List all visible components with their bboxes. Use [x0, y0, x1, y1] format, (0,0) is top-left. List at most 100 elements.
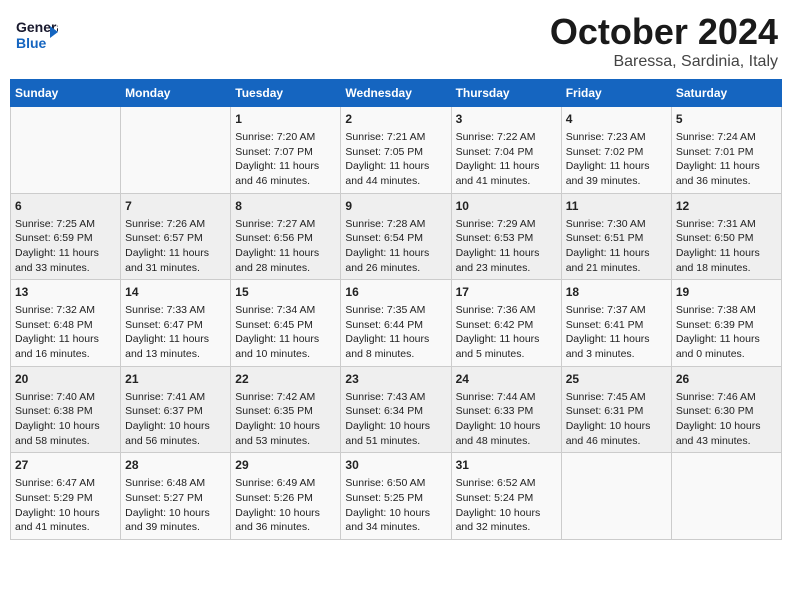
daylight-text: Daylight: 11 hours and 16 minutes. — [15, 332, 116, 361]
sunset-text: Sunset: 6:53 PM — [456, 231, 557, 246]
sunset-text: Sunset: 5:24 PM — [456, 491, 557, 506]
calendar-cell: 26Sunrise: 7:46 AMSunset: 6:30 PMDayligh… — [671, 366, 781, 453]
sunrise-text: Sunrise: 7:45 AM — [566, 390, 667, 405]
calendar-cell: 22Sunrise: 7:42 AMSunset: 6:35 PMDayligh… — [231, 366, 341, 453]
sunrise-text: Sunrise: 6:49 AM — [235, 476, 336, 491]
sunset-text: Sunset: 6:35 PM — [235, 404, 336, 419]
month-title: October 2024 — [550, 10, 778, 53]
calendar-cell: 5Sunrise: 7:24 AMSunset: 7:01 PMDaylight… — [671, 107, 781, 194]
day-number: 21 — [125, 371, 226, 388]
sunrise-text: Sunrise: 6:52 AM — [456, 476, 557, 491]
daylight-text: Daylight: 11 hours and 13 minutes. — [125, 332, 226, 361]
calendar-cell: 10Sunrise: 7:29 AMSunset: 6:53 PMDayligh… — [451, 193, 561, 280]
daylight-text: Daylight: 11 hours and 23 minutes. — [456, 246, 557, 275]
sunset-text: Sunset: 6:30 PM — [676, 404, 777, 419]
daylight-text: Daylight: 11 hours and 28 minutes. — [235, 246, 336, 275]
calendar-cell: 3Sunrise: 7:22 AMSunset: 7:04 PMDaylight… — [451, 107, 561, 194]
day-number: 31 — [456, 457, 557, 474]
sunset-text: Sunset: 6:54 PM — [345, 231, 446, 246]
day-number: 14 — [125, 284, 226, 301]
calendar-cell — [671, 453, 781, 540]
calendar-cell: 15Sunrise: 7:34 AMSunset: 6:45 PMDayligh… — [231, 280, 341, 367]
day-of-week-header: Wednesday — [341, 80, 451, 107]
calendar-cell: 7Sunrise: 7:26 AMSunset: 6:57 PMDaylight… — [121, 193, 231, 280]
calendar-cell: 16Sunrise: 7:35 AMSunset: 6:44 PMDayligh… — [341, 280, 451, 367]
sunrise-text: Sunrise: 7:25 AM — [15, 217, 116, 232]
sunset-text: Sunset: 6:56 PM — [235, 231, 336, 246]
sunset-text: Sunset: 7:07 PM — [235, 145, 336, 160]
day-number: 8 — [235, 198, 336, 215]
day-number: 16 — [345, 284, 446, 301]
sunset-text: Sunset: 6:50 PM — [676, 231, 777, 246]
sunset-text: Sunset: 6:59 PM — [15, 231, 116, 246]
sunset-text: Sunset: 6:44 PM — [345, 318, 446, 333]
sunset-text: Sunset: 7:04 PM — [456, 145, 557, 160]
calendar-cell: 24Sunrise: 7:44 AMSunset: 6:33 PMDayligh… — [451, 366, 561, 453]
sunrise-text: Sunrise: 7:36 AM — [456, 303, 557, 318]
calendar-cell: 17Sunrise: 7:36 AMSunset: 6:42 PMDayligh… — [451, 280, 561, 367]
calendar-cell: 20Sunrise: 7:40 AMSunset: 6:38 PMDayligh… — [11, 366, 121, 453]
day-number: 7 — [125, 198, 226, 215]
sunset-text: Sunset: 6:47 PM — [125, 318, 226, 333]
calendar-cell: 11Sunrise: 7:30 AMSunset: 6:51 PMDayligh… — [561, 193, 671, 280]
day-number: 1 — [235, 111, 336, 128]
sunset-text: Sunset: 7:02 PM — [566, 145, 667, 160]
sunrise-text: Sunrise: 7:35 AM — [345, 303, 446, 318]
day-number: 12 — [676, 198, 777, 215]
daylight-text: Daylight: 11 hours and 21 minutes. — [566, 246, 667, 275]
day-number: 3 — [456, 111, 557, 128]
sunrise-text: Sunrise: 6:48 AM — [125, 476, 226, 491]
day-of-week-header: Saturday — [671, 80, 781, 107]
daylight-text: Daylight: 11 hours and 10 minutes. — [235, 332, 336, 361]
sunset-text: Sunset: 5:27 PM — [125, 491, 226, 506]
day-number: 20 — [15, 371, 116, 388]
day-number: 4 — [566, 111, 667, 128]
daylight-text: Daylight: 10 hours and 51 minutes. — [345, 419, 446, 448]
sunset-text: Sunset: 5:26 PM — [235, 491, 336, 506]
daylight-text: Daylight: 11 hours and 33 minutes. — [15, 246, 116, 275]
calendar-cell — [561, 453, 671, 540]
sunrise-text: Sunrise: 7:31 AM — [676, 217, 777, 232]
daylight-text: Daylight: 11 hours and 36 minutes. — [676, 159, 777, 188]
sunrise-text: Sunrise: 7:33 AM — [125, 303, 226, 318]
daylight-text: Daylight: 11 hours and 31 minutes. — [125, 246, 226, 275]
calendar-cell: 27Sunrise: 6:47 AMSunset: 5:29 PMDayligh… — [11, 453, 121, 540]
day-of-week-header: Monday — [121, 80, 231, 107]
daylight-text: Daylight: 11 hours and 44 minutes. — [345, 159, 446, 188]
day-number: 2 — [345, 111, 446, 128]
logo: General Blue — [14, 10, 58, 54]
daylight-text: Daylight: 10 hours and 34 minutes. — [345, 506, 446, 535]
daylight-text: Daylight: 11 hours and 5 minutes. — [456, 332, 557, 361]
location: Baressa, Sardinia, Italy — [550, 53, 778, 71]
title-area: October 2024 Baressa, Sardinia, Italy — [550, 10, 778, 71]
sunrise-text: Sunrise: 7:26 AM — [125, 217, 226, 232]
sunset-text: Sunset: 6:51 PM — [566, 231, 667, 246]
calendar-cell: 30Sunrise: 6:50 AMSunset: 5:25 PMDayligh… — [341, 453, 451, 540]
daylight-text: Daylight: 10 hours and 53 minutes. — [235, 419, 336, 448]
sunrise-text: Sunrise: 7:43 AM — [345, 390, 446, 405]
sunset-text: Sunset: 6:45 PM — [235, 318, 336, 333]
sunset-text: Sunset: 7:01 PM — [676, 145, 777, 160]
day-number: 26 — [676, 371, 777, 388]
sunset-text: Sunset: 6:38 PM — [15, 404, 116, 419]
calendar-cell: 23Sunrise: 7:43 AMSunset: 6:34 PMDayligh… — [341, 366, 451, 453]
day-number: 23 — [345, 371, 446, 388]
sunrise-text: Sunrise: 6:50 AM — [345, 476, 446, 491]
calendar-cell: 6Sunrise: 7:25 AMSunset: 6:59 PMDaylight… — [11, 193, 121, 280]
sunset-text: Sunset: 6:41 PM — [566, 318, 667, 333]
svg-text:Blue: Blue — [16, 35, 47, 51]
daylight-text: Daylight: 10 hours and 56 minutes. — [125, 419, 226, 448]
day-of-week-header: Sunday — [11, 80, 121, 107]
daylight-text: Daylight: 11 hours and 26 minutes. — [345, 246, 446, 275]
calendar-cell: 21Sunrise: 7:41 AMSunset: 6:37 PMDayligh… — [121, 366, 231, 453]
sunrise-text: Sunrise: 7:38 AM — [676, 303, 777, 318]
sunset-text: Sunset: 6:37 PM — [125, 404, 226, 419]
calendar-cell: 12Sunrise: 7:31 AMSunset: 6:50 PMDayligh… — [671, 193, 781, 280]
sunset-text: Sunset: 6:39 PM — [676, 318, 777, 333]
sunset-text: Sunset: 6:33 PM — [456, 404, 557, 419]
calendar-cell: 8Sunrise: 7:27 AMSunset: 6:56 PMDaylight… — [231, 193, 341, 280]
calendar-cell: 1Sunrise: 7:20 AMSunset: 7:07 PMDaylight… — [231, 107, 341, 194]
sunrise-text: Sunrise: 7:34 AM — [235, 303, 336, 318]
sunrise-text: Sunrise: 7:28 AM — [345, 217, 446, 232]
daylight-text: Daylight: 10 hours and 43 minutes. — [676, 419, 777, 448]
